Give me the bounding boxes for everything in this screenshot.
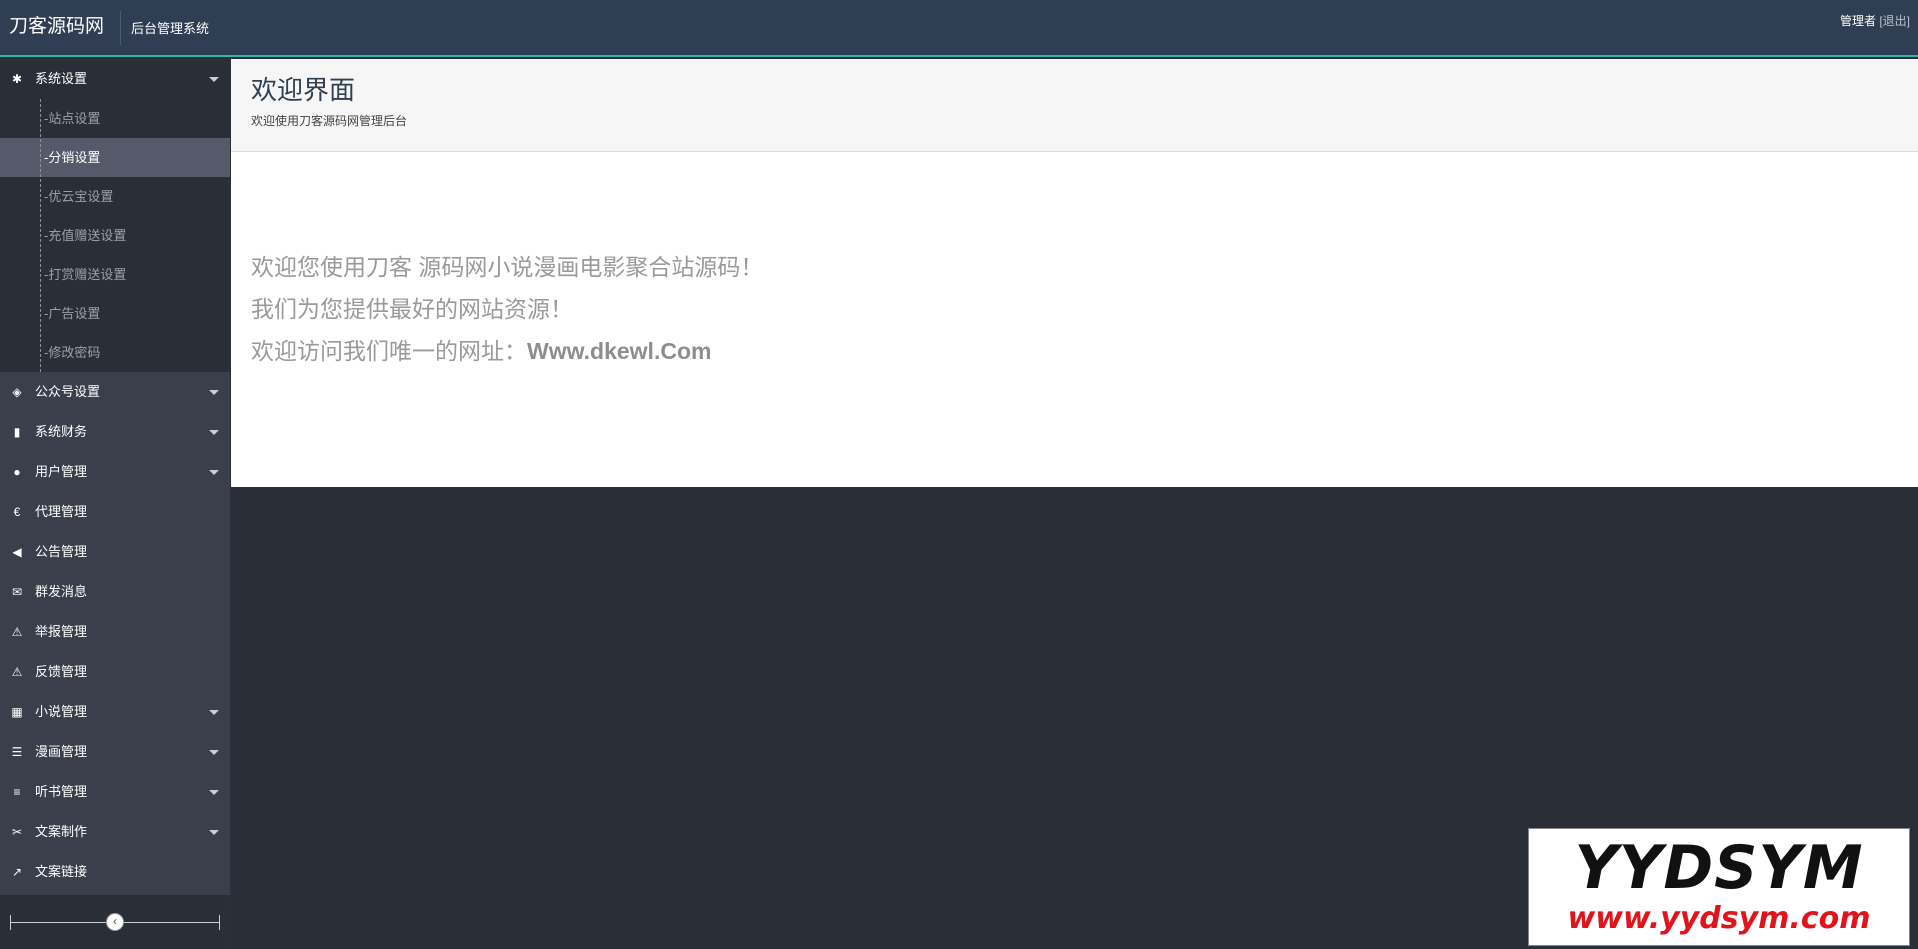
sidebar-item-label: 用户管理 [35, 464, 88, 479]
sidebar-item-label: 小说管理 [35, 704, 88, 719]
bullhorn-icon: ◀ [12, 545, 22, 559]
welcome-line-2: 我们为您提供最好的网站资源！ [251, 296, 573, 322]
collapse-track-right-tick [219, 915, 220, 930]
sidebar-submenu: -站点设置 -分销设置 -优云宝设置 -充值赠送设置 -打赏赠送设置 -广告设置 -修改密码 [0, 99, 230, 372]
sidebar-item-label: 系统财务 [35, 424, 88, 439]
sidebar-item-label: 反馈管理 [35, 664, 88, 679]
tools-icon: ✂ [11, 825, 23, 839]
sidebar-item[interactable]: ✱ 系统设置 [0, 59, 230, 99]
gear-icon: ✱ [11, 72, 23, 86]
list-icon: ☰ [11, 745, 23, 759]
watermark-logo-top: YYDSYM [1574, 833, 1864, 903]
sidebar-item[interactable]: ✂ 文案制作 [0, 812, 230, 852]
caret-down-icon [209, 390, 219, 395]
stack-icon: ≡ [13, 785, 21, 799]
sidebar-item[interactable]: ▦ 小说管理 [0, 692, 230, 732]
caret-down-icon [209, 710, 219, 715]
sidebar-item-label: 系统设置 [35, 71, 88, 86]
sidebar-item-label: 代理管理 [35, 504, 88, 519]
share-icon: ↗ [11, 865, 23, 879]
sidebar-subitem[interactable]: -修改密码 [0, 333, 230, 372]
tags-icon: ◈ [12, 385, 22, 399]
caret-down-icon [209, 750, 219, 755]
page-subtitle: 欢迎使用刀客源码网管理后台 [251, 114, 408, 128]
sidebar-subitem[interactable]: -广告设置 [0, 294, 230, 333]
username-label: 管理者 [1839, 14, 1876, 28]
sidebar-item[interactable]: ≡ 听书管理 [0, 772, 230, 812]
sidebar-item-label: 公告管理 [35, 544, 88, 559]
sidebar-item[interactable]: ✉ 群发消息 [0, 572, 230, 612]
sidebar-menu: ✱ 系统设置 -站点设置 -分销设置 -优云宝设置 -充值赠送设置 -打赏赠送设置 -广告设置… [0, 59, 230, 892]
sidebar-item[interactable]: ◀ 公告管理 [0, 532, 230, 572]
warning-icon: ⚠ [11, 665, 23, 679]
sidebar-subitem[interactable]: -充值赠送设置 [0, 216, 230, 255]
page-title: 欢迎界面 [251, 75, 356, 105]
sidebar-item-label: 举报管理 [35, 624, 88, 639]
sidebar-item-label: 听书管理 [35, 784, 88, 799]
user-area: 管理者 [退出] [1840, 12, 1910, 30]
sidebar-subitem[interactable]: -分销设置 [0, 138, 230, 177]
welcome-url: Www.dkewl.Com [527, 338, 712, 364]
watermark-logo: YYDSYM www.yydsym.com [1528, 828, 1910, 946]
caret-down-icon [209, 77, 219, 82]
sidebar-subitem[interactable]: -打赏赠送设置 [0, 255, 230, 294]
page-header: 欢迎界面 欢迎使用刀客源码网管理后台 [231, 59, 1918, 152]
sidebar-item[interactable]: ⚠ 举报管理 [0, 612, 230, 652]
collapse-sidebar-button[interactable]: ‹ [106, 913, 124, 931]
bar-chart-icon: ▮ [13, 425, 21, 439]
caret-down-icon [209, 830, 219, 835]
brand-logo[interactable]: 刀客源码网 [9, 14, 104, 40]
brand-divider [120, 11, 121, 45]
sidebar-item[interactable]: ◈ 公众号设置 [0, 372, 230, 412]
warning-icon: ⚠ [11, 625, 23, 639]
caret-down-icon [209, 470, 219, 475]
euro-icon: € [13, 505, 21, 519]
welcome-text: 欢迎您使用刀客 源码网小说漫画电影聚合站源码！ 我们为您提供最好的网站资源！ 欢… [251, 246, 763, 372]
sidebar-item[interactable]: ↗ 文案链接 [0, 852, 230, 892]
sidebar-item[interactable]: € 代理管理 [0, 492, 230, 532]
welcome-url-prefix: 欢迎访问我们唯一的网址： [251, 338, 527, 364]
welcome-panel: 欢迎您使用刀客 源码网小说漫画电影聚合站源码！ 我们为您提供最好的网站资源！ 欢… [231, 152, 1918, 487]
sidebar-item[interactable]: ▮ 系统财务 [0, 412, 230, 452]
logout-link[interactable]: [退出] [1879, 14, 1910, 28]
user-icon: ● [13, 465, 21, 479]
sidebar-collapse-bar: ‹ [0, 895, 230, 949]
caret-down-icon [209, 790, 219, 795]
caret-down-icon [209, 430, 219, 435]
sidebar-item-label: 漫画管理 [35, 744, 88, 759]
welcome-line-1: 欢迎您使用刀客 源码网小说漫画电影聚合站源码！ [251, 254, 764, 280]
sidebar: ✱ 系统设置 -站点设置 -分销设置 -优云宝设置 -充值赠送设置 -打赏赠送设置 -广告设置… [0, 59, 231, 949]
sidebar-subitem[interactable]: -优云宝设置 [0, 177, 230, 216]
welcome-line-3: 欢迎访问我们唯一的网址：Www.dkewl.Com [251, 330, 763, 372]
top-navbar: 刀客源码网 后台管理系统 管理者 [退出] [0, 0, 1918, 57]
sidebar-item[interactable]: ⚠ 反馈管理 [0, 652, 230, 692]
sidebar-subitem[interactable]: -站点设置 [0, 99, 230, 138]
sidebar-item-label: 文案链接 [35, 864, 88, 879]
sidebar-item-label: 公众号设置 [35, 384, 101, 399]
grid-icon: ▦ [11, 705, 23, 719]
sidebar-item-label: 群发消息 [35, 584, 88, 599]
sidebar-item[interactable]: ● 用户管理 [0, 452, 230, 492]
sidebar-item[interactable]: ☰ 漫画管理 [0, 732, 230, 772]
envelope-icon: ✉ [11, 585, 23, 599]
watermark-logo-url: www.yydsym.com [1567, 901, 1871, 936]
sidebar-item-label: 文案制作 [35, 824, 88, 839]
system-subtitle: 后台管理系统 [131, 21, 210, 36]
